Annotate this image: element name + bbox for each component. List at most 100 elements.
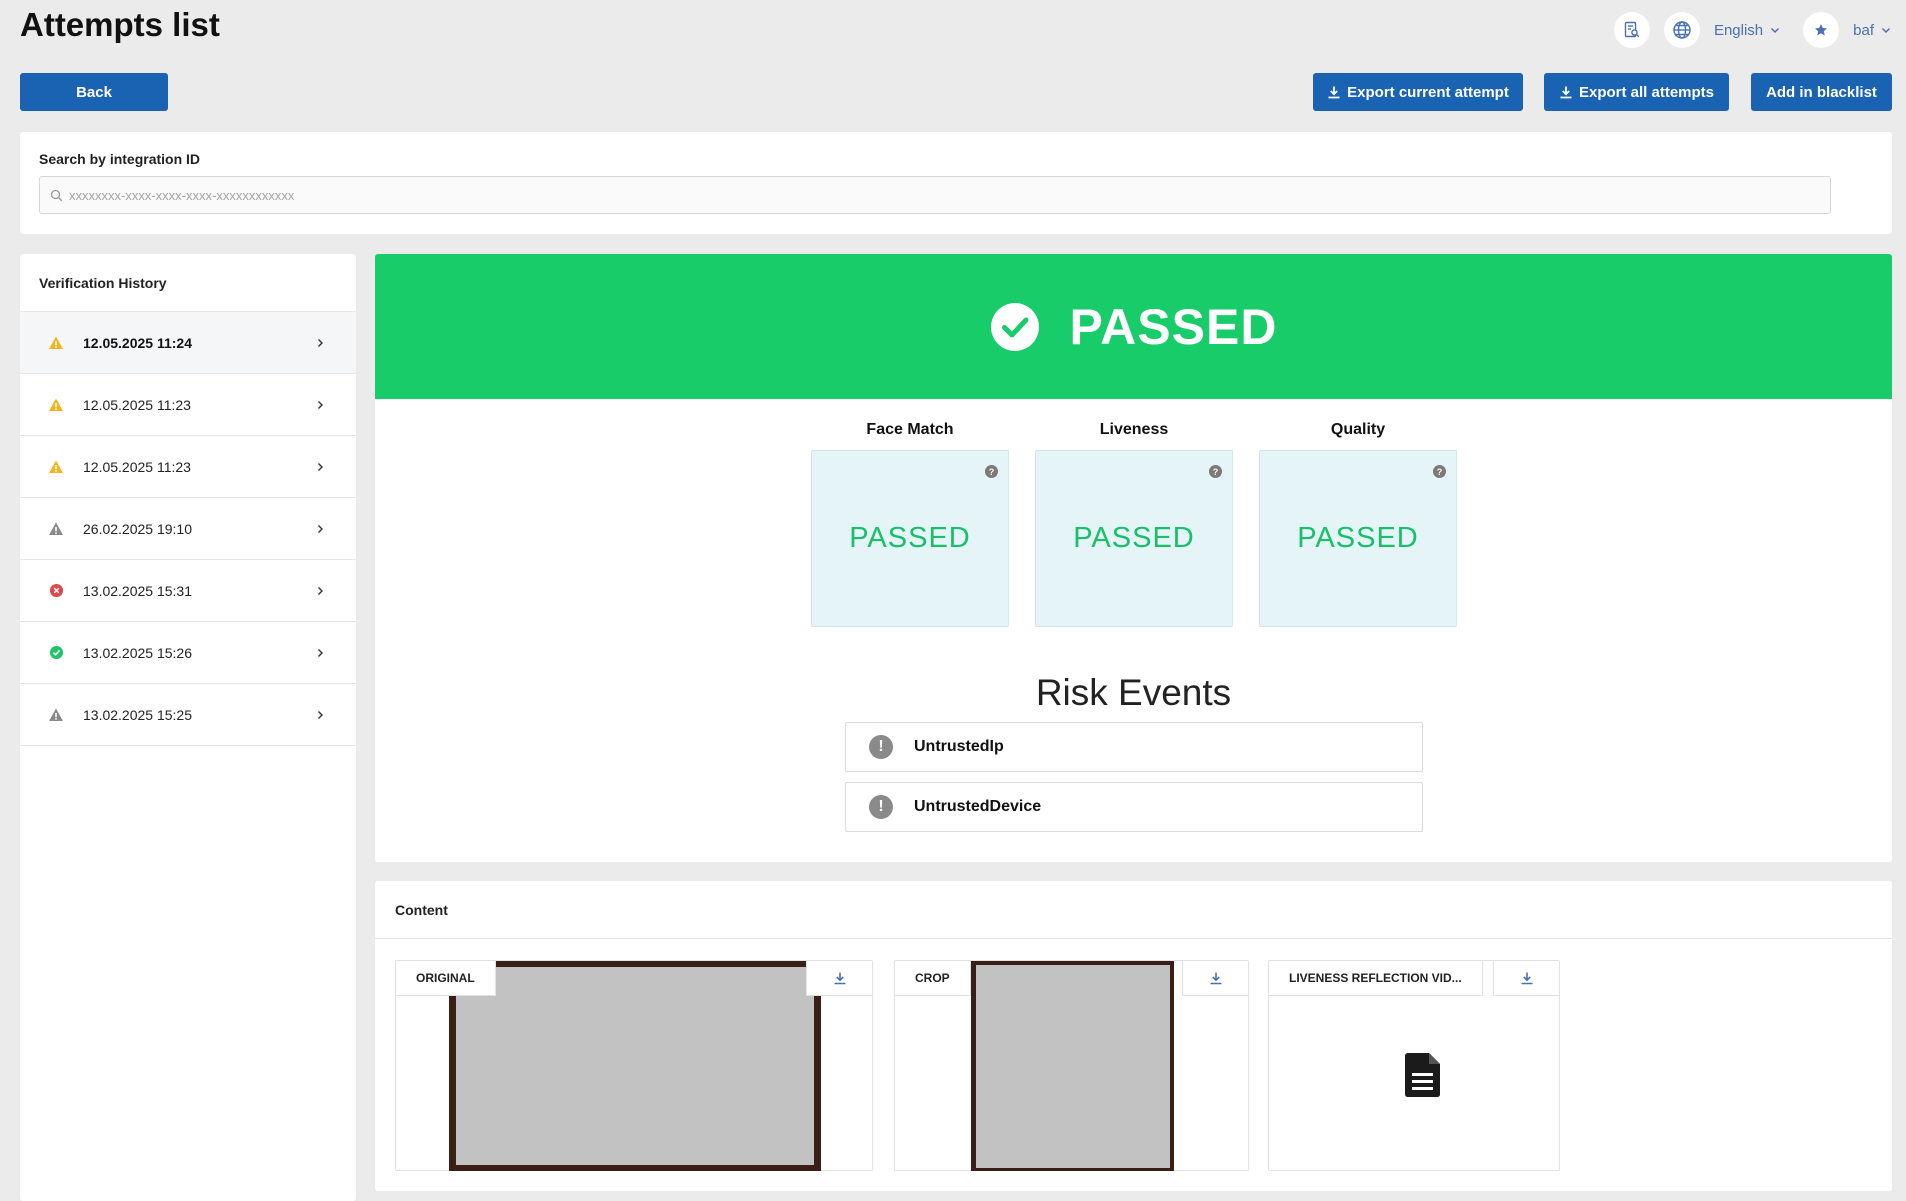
chevron-right-icon (318, 400, 323, 409)
history-item-date: 26.02.2025 19:10 (83, 520, 192, 537)
risk-event-item: ! UntrustedIp (845, 722, 1423, 772)
favorite-button[interactable] (1803, 12, 1840, 48)
crop-image-preview (976, 965, 1170, 1168)
check-box: ? PASSED (811, 450, 1009, 627)
result-card: PASSED Face Match ? PASSED Liveness ? PA… (375, 254, 1892, 862)
warning-icon (48, 459, 64, 475)
chevron-right-icon (318, 338, 323, 347)
check-face-match: Face Match ? PASSED (811, 399, 1009, 627)
download-icon (1521, 972, 1532, 985)
tile-label: ORIGINAL (396, 961, 496, 996)
download-icon (834, 972, 845, 985)
check-value: PASSED (849, 522, 971, 554)
page-title: Attempts list (20, 6, 220, 43)
star-icon (1815, 24, 1828, 36)
content-tile-original[interactable]: ORIGINAL (395, 960, 873, 1171)
chevron-down-icon (1882, 28, 1890, 33)
history-item-date: 13.02.2025 15:31 (83, 582, 192, 599)
content-tile-liveness-video[interactable]: LIVENESS REFLECTION VID... (1268, 960, 1560, 1171)
history-item-date: 12.05.2025 11:24 (83, 334, 192, 351)
language-select[interactable]: English (1714, 22, 1781, 39)
blacklist-label: Add in blacklist (1766, 83, 1877, 101)
help-icon[interactable]: ? (1209, 465, 1222, 478)
warning-icon (48, 521, 64, 537)
globe-icon (1673, 21, 1691, 39)
user-menu[interactable]: baf (1853, 22, 1892, 39)
export-current-attempt-button[interactable]: Export current attempt (1313, 73, 1523, 111)
history-list: 12.05.2025 11:24 12.05.2025 11:23 12.05.20… (20, 312, 356, 746)
tile-label: LIVENESS REFLECTION VID... (1269, 961, 1483, 996)
history-item[interactable]: 26.02.2025 19:10 (20, 498, 356, 560)
search-icon (50, 189, 63, 201)
verification-history-title: Verification History (20, 254, 356, 312)
check-box: ? PASSED (1259, 450, 1457, 627)
download-button[interactable] (806, 961, 872, 996)
header-actions: English baf (1613, 12, 1892, 48)
search-card: Search by integration ID (20, 132, 1892, 234)
history-item[interactable]: 13.02.2025 15:26 (20, 622, 356, 684)
original-image-preview (456, 967, 814, 1165)
history-item-date: 12.05.2025 11:23 (83, 458, 191, 475)
check-title: Liveness (1099, 421, 1169, 438)
error-icon (48, 583, 64, 599)
warning-icon (48, 707, 64, 723)
document-search-icon (1624, 21, 1640, 38)
back-button[interactable]: Back (20, 73, 168, 111)
chevron-right-icon (318, 462, 323, 471)
exclamation-icon: ! (869, 735, 893, 759)
download-button[interactable] (1493, 961, 1559, 996)
download-icon (1560, 86, 1572, 99)
help-icon[interactable]: ? (1433, 465, 1446, 478)
chevron-right-icon (318, 648, 323, 657)
exclamation-icon: ! (869, 795, 893, 819)
history-item-date: 13.02.2025 15:26 (83, 644, 192, 661)
history-item[interactable]: 13.02.2025 15:31 (20, 560, 356, 622)
user-name: baf (1853, 21, 1874, 39)
content-tile-crop[interactable]: CROP (894, 960, 1249, 1171)
document-search-button[interactable] (1613, 12, 1650, 48)
check-title: Quality (1330, 421, 1386, 438)
chevron-down-icon (1771, 28, 1780, 33)
search-input[interactable] (69, 187, 1769, 203)
tile-label: CROP (895, 961, 971, 996)
download-button[interactable] (1182, 961, 1248, 996)
language-button[interactable] (1663, 12, 1700, 48)
file-document-icon (1405, 1053, 1440, 1097)
export-current-label: Export current attempt (1347, 83, 1509, 101)
check-liveness: Liveness ? PASSED (1035, 399, 1233, 627)
risk-event-label: UntrustedIp (914, 738, 1004, 755)
status-banner: PASSED (375, 254, 1892, 399)
status-text: PASSED (1069, 298, 1278, 355)
history-item[interactable]: 12.05.2025 11:24 (20, 312, 356, 374)
history-item[interactable]: 12.05.2025 11:23 (20, 374, 356, 436)
search-label: Search by integration ID (39, 151, 201, 167)
history-item-date: 13.02.2025 15:25 (83, 706, 192, 723)
language-label: English (1713, 21, 1764, 39)
history-item[interactable]: 12.05.2025 11:23 (20, 436, 356, 498)
help-icon[interactable]: ? (985, 465, 998, 478)
risk-events-list: ! UntrustedIp ! UntrustedDevice (845, 722, 1423, 842)
add-in-blacklist-button[interactable]: Add in blacklist (1751, 73, 1892, 111)
warning-icon (48, 335, 64, 351)
check-circle-icon (990, 302, 1039, 351)
history-item[interactable]: 13.02.2025 15:25 (20, 684, 356, 746)
risk-events-title: Risk Events (1035, 672, 1232, 713)
check-title: Face Match (866, 421, 954, 438)
warning-icon (48, 397, 64, 413)
export-all-attempts-button[interactable]: Export all attempts (1544, 73, 1729, 111)
search-box (39, 176, 1831, 214)
chevron-right-icon (318, 586, 323, 595)
check-value: PASSED (1297, 522, 1419, 554)
chevron-right-icon (318, 710, 323, 719)
history-item-date: 12.05.2025 11:23 (83, 396, 191, 413)
check-value: PASSED (1073, 522, 1195, 554)
content-card: Content ORIGINAL CROP LIVENESS REFLECTIO… (375, 881, 1892, 1191)
download-icon (1328, 86, 1340, 99)
verification-history-panel: Verification History 12.05.2025 11:24 12.… (20, 254, 356, 1201)
check-quality: Quality ? PASSED (1259, 399, 1457, 627)
back-button-label: Back (76, 83, 112, 101)
export-all-label: Export all attempts (1578, 83, 1715, 101)
download-icon (1210, 972, 1221, 985)
content-title: Content (375, 881, 1892, 939)
check-circle-icon (48, 645, 64, 661)
